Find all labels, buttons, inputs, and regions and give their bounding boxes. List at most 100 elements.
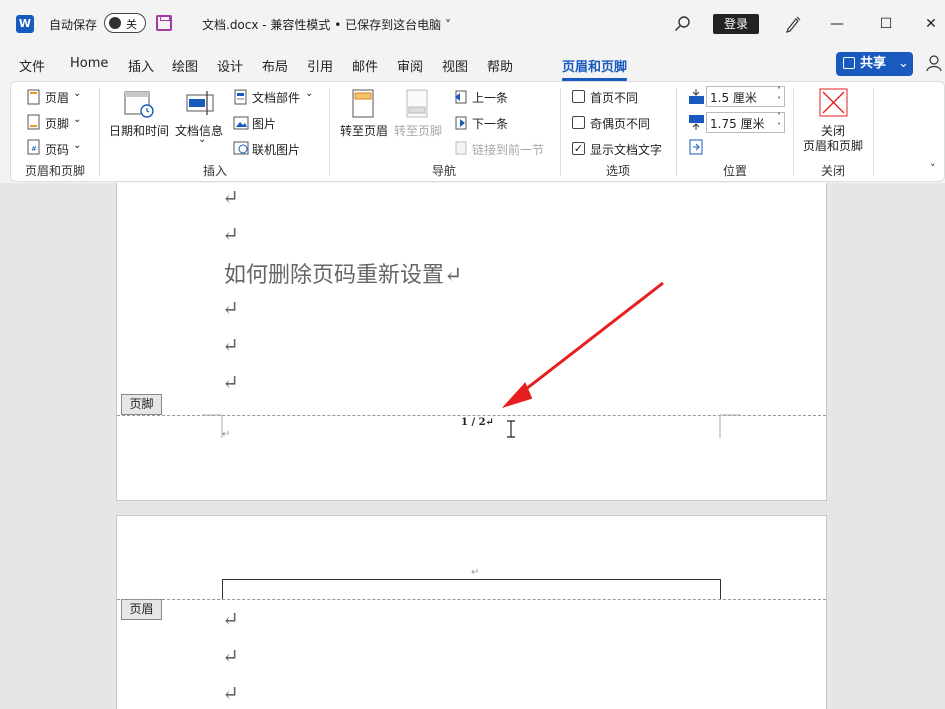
previous-icon bbox=[455, 90, 467, 104]
next-button[interactable]: 下一条 bbox=[472, 115, 508, 132]
spin-arrows-icon[interactable]: ˄ ˅ bbox=[777, 112, 781, 132]
close-window-button[interactable]: ✕ bbox=[921, 14, 941, 34]
document-canvas[interactable]: ↵ ↵ 如何删除页码重新设置↵ ↵ ↵ ↵ 页脚 ↵ 1 / 2↵ ↵ 页眉 ↵… bbox=[0, 183, 945, 709]
goto-header-button[interactable]: 转至页眉 bbox=[340, 122, 388, 139]
document-parts-button[interactable]: 文档部件 bbox=[252, 89, 300, 106]
header-boundary-line bbox=[117, 599, 826, 600]
tab-review[interactable]: 审阅 bbox=[397, 56, 423, 75]
paragraph-mark[interactable]: ↵ bbox=[222, 222, 239, 246]
paragraph-mark[interactable]: ↵ bbox=[222, 607, 239, 631]
document-parts-icon bbox=[234, 89, 247, 105]
group-label-close: 关闭 bbox=[821, 164, 846, 178]
search-icon[interactable] bbox=[674, 15, 691, 32]
group-separator bbox=[99, 88, 100, 176]
tab-file[interactable]: 文件 bbox=[19, 56, 45, 75]
first-page-label: 首页不同 bbox=[590, 91, 639, 105]
person-icon[interactable] bbox=[926, 54, 944, 72]
tab-draw[interactable]: 绘图 bbox=[172, 56, 198, 75]
tab-mailings[interactable]: 邮件 bbox=[352, 56, 378, 75]
share-label: 共享 bbox=[860, 56, 887, 71]
picture-icon bbox=[233, 116, 249, 130]
header-button[interactable]: 页眉 bbox=[45, 89, 69, 106]
footer-distance-value: 1.75 厘米 bbox=[710, 117, 765, 131]
close-header-footer-icon bbox=[819, 88, 848, 117]
footer-distance-input[interactable]: 1.75 厘米 ˄ ˅ bbox=[706, 112, 785, 133]
alignment-tab-icon[interactable] bbox=[689, 139, 704, 155]
header-icon bbox=[27, 89, 40, 105]
paragraph-mark[interactable]: ↵ bbox=[222, 370, 239, 394]
page-number-field[interactable]: 1 / 2↵ bbox=[461, 417, 494, 428]
page-number-button[interactable]: 页码 bbox=[45, 141, 69, 158]
group-separator bbox=[329, 88, 330, 176]
tab-home[interactable]: Home bbox=[70, 56, 108, 71]
header-tag[interactable]: 页眉 bbox=[121, 599, 162, 620]
minimize-button[interactable]: — bbox=[827, 14, 847, 34]
show-text-checkbox[interactable]: ✓ bbox=[572, 142, 585, 155]
date-time-button[interactable]: 日期和时间 bbox=[109, 122, 169, 139]
footer-tag[interactable]: 页脚 bbox=[121, 394, 162, 415]
tab-insert[interactable]: 插入 bbox=[128, 56, 154, 75]
online-picture-button[interactable]: 联机图片 bbox=[252, 141, 300, 158]
toggle-knob bbox=[109, 17, 121, 29]
tab-references[interactable]: 引用 bbox=[307, 56, 333, 75]
chevron-down-icon[interactable]: ⌄ bbox=[305, 88, 313, 99]
paragraph-mark[interactable]: ↵ bbox=[222, 296, 239, 320]
share-icon bbox=[843, 57, 855, 69]
tab-design[interactable]: 设计 bbox=[217, 56, 243, 75]
document-heading[interactable]: 如何删除页码重新设置↵ bbox=[224, 257, 462, 289]
maximize-button[interactable]: ☐ bbox=[876, 14, 896, 34]
first-page-checkbox[interactable] bbox=[572, 90, 585, 103]
ribbon: 页眉 ⌄ 页脚 ⌄ # 页码 ⌄ 页眉和页脚 日期和时间 文档信息 ⌄ 文档部件… bbox=[10, 81, 945, 182]
group-label-position: 位置 bbox=[723, 164, 748, 178]
group-label-header-footer: 页眉和页脚 bbox=[25, 164, 86, 178]
chevron-down-icon: ⌄ bbox=[898, 56, 909, 71]
online-picture-icon bbox=[233, 141, 249, 155]
footer-button[interactable]: 页脚 bbox=[45, 115, 69, 132]
picture-button[interactable]: 图片 bbox=[252, 115, 276, 132]
page-number-icon: # bbox=[27, 139, 40, 155]
group-separator bbox=[873, 88, 874, 176]
chevron-down-icon[interactable]: ⌄ bbox=[73, 140, 81, 151]
footer-paragraph-mark[interactable]: ↵ bbox=[222, 429, 230, 440]
login-button[interactable]: 登录 bbox=[713, 14, 759, 34]
share-button[interactable]: 共享 ⌄ bbox=[836, 52, 913, 76]
autosave-toggle[interactable]: 关 bbox=[104, 13, 146, 33]
pen-icon[interactable] bbox=[784, 15, 802, 33]
document-title[interactable]: 文档.docx - 兼容性模式 • 已保存到这台电脑 ˅ bbox=[202, 16, 451, 33]
word-icon: W bbox=[16, 15, 34, 33]
save-icon[interactable] bbox=[156, 15, 172, 31]
chevron-down-icon[interactable]: ⌄ bbox=[73, 114, 81, 125]
odd-even-checkbox[interactable] bbox=[572, 116, 585, 129]
close-header-footer-label[interactable]: 页眉和页脚 bbox=[803, 137, 863, 154]
chevron-down-icon[interactable]: ⌄ bbox=[73, 88, 81, 99]
spin-arrows-icon[interactable]: ˄ ˅ bbox=[777, 86, 781, 106]
previous-button[interactable]: 上一条 bbox=[472, 89, 508, 106]
link-icon bbox=[455, 141, 467, 155]
group-separator bbox=[560, 88, 561, 176]
goto-footer-button[interactable]: 转至页脚 bbox=[394, 122, 442, 139]
svg-text:#: # bbox=[31, 145, 37, 153]
show-text-label: 显示文档文字 bbox=[590, 143, 663, 157]
link-to-previous-button[interactable]: 链接到前一节 bbox=[472, 141, 544, 158]
tab-help[interactable]: 帮助 bbox=[487, 56, 513, 75]
collapse-ribbon-icon[interactable]: ˅ bbox=[930, 162, 936, 175]
paragraph-mark[interactable]: ↵ bbox=[222, 333, 239, 357]
tab-view[interactable]: 视图 bbox=[442, 56, 468, 75]
paragraph-mark[interactable]: ↵ bbox=[222, 681, 239, 705]
group-label-insert: 插入 bbox=[203, 164, 228, 178]
autosave-label: 自动保存 bbox=[49, 18, 98, 32]
paragraph-mark[interactable]: ↵ bbox=[222, 644, 239, 668]
calendar-clock-icon bbox=[124, 91, 154, 118]
annotation-arrow bbox=[501, 281, 664, 409]
footer-icon bbox=[27, 114, 40, 130]
ribbon-tabs: 文件 Home 插入 绘图 设计 布局 引用 邮件 审阅 视图 帮助 页眉和页脚 bbox=[0, 48, 945, 81]
header-distance-icon bbox=[689, 89, 704, 104]
autosave-state: 关 bbox=[126, 18, 137, 31]
header-distance-input[interactable]: 1.5 厘米 ˄ ˅ bbox=[706, 86, 785, 107]
header-paragraph-mark[interactable]: ↵ bbox=[471, 567, 479, 578]
tab-layout[interactable]: 布局 bbox=[262, 56, 288, 75]
paragraph-mark[interactable]: ↵ bbox=[222, 185, 239, 209]
header-border bbox=[222, 579, 721, 599]
chevron-down-icon[interactable]: ⌄ bbox=[198, 134, 206, 145]
tab-header-footer[interactable]: 页眉和页脚 bbox=[562, 56, 628, 81]
